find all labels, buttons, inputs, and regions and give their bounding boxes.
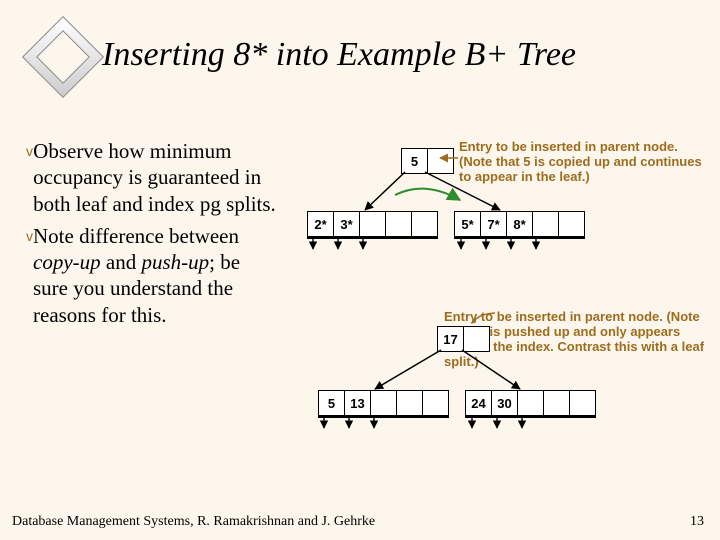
index-node-upper: 5 — [401, 148, 454, 174]
bullet-em: copy-up — [33, 250, 101, 274]
annotation-copy-up: Entry to be inserted in parent node. (No… — [459, 140, 709, 185]
list-item: v Observe how minimum occupancy is guara… — [26, 138, 276, 217]
node-cell-empty — [370, 390, 397, 418]
leaf-node-left: 2* 3* — [307, 211, 438, 239]
node-cell: 2* — [307, 211, 334, 239]
bullet-text: Observe how minimum occupancy is guarant… — [33, 139, 276, 216]
node-cell-empty — [411, 211, 438, 239]
node-cell-empty — [463, 326, 490, 352]
node-cell-empty — [396, 390, 423, 418]
node-cell-empty — [359, 211, 386, 239]
title-ornament — [34, 28, 90, 84]
page-number: 13 — [690, 514, 704, 530]
node-cell: 30 — [491, 390, 518, 418]
index-node-lower: 17 — [437, 326, 490, 352]
node-cell-empty — [558, 211, 585, 239]
node-cell-empty — [543, 390, 570, 418]
bullet-icon: v — [26, 223, 33, 328]
node-cell-empty — [569, 390, 596, 418]
list-item: v Note difference between copy-up and pu… — [26, 223, 276, 328]
node-cell-empty — [532, 211, 559, 239]
bullet-text: Note difference between — [33, 224, 239, 248]
node-cell: 5* — [454, 211, 481, 239]
node-cell-empty — [427, 148, 454, 174]
bullet-text: and — [101, 250, 142, 274]
page-title: Inserting 8* into Example B+ Tree — [102, 36, 576, 74]
index-child-right: 24 30 — [465, 390, 596, 418]
node-cell-empty — [517, 390, 544, 418]
node-cell: 5 — [318, 390, 345, 418]
node-cell: 8* — [506, 211, 533, 239]
node-cell-empty — [385, 211, 412, 239]
node-cell: 3* — [333, 211, 360, 239]
footer-text: Database Management Systems, R. Ramakris… — [12, 514, 375, 530]
node-cell: 24 — [465, 390, 492, 418]
node-cell: 17 — [437, 326, 464, 352]
node-cell: 13 — [344, 390, 371, 418]
leaf-node-right: 5* 7* 8* — [454, 211, 585, 239]
bullet-list: v Observe how minimum occupancy is guara… — [26, 138, 276, 334]
bullet-em: push-up — [141, 250, 209, 274]
node-cell: 7* — [480, 211, 507, 239]
bullet-icon: v — [26, 138, 33, 217]
node-cell-empty — [422, 390, 449, 418]
node-cell: 5 — [401, 148, 428, 174]
index-child-left: 5 13 — [318, 390, 449, 418]
